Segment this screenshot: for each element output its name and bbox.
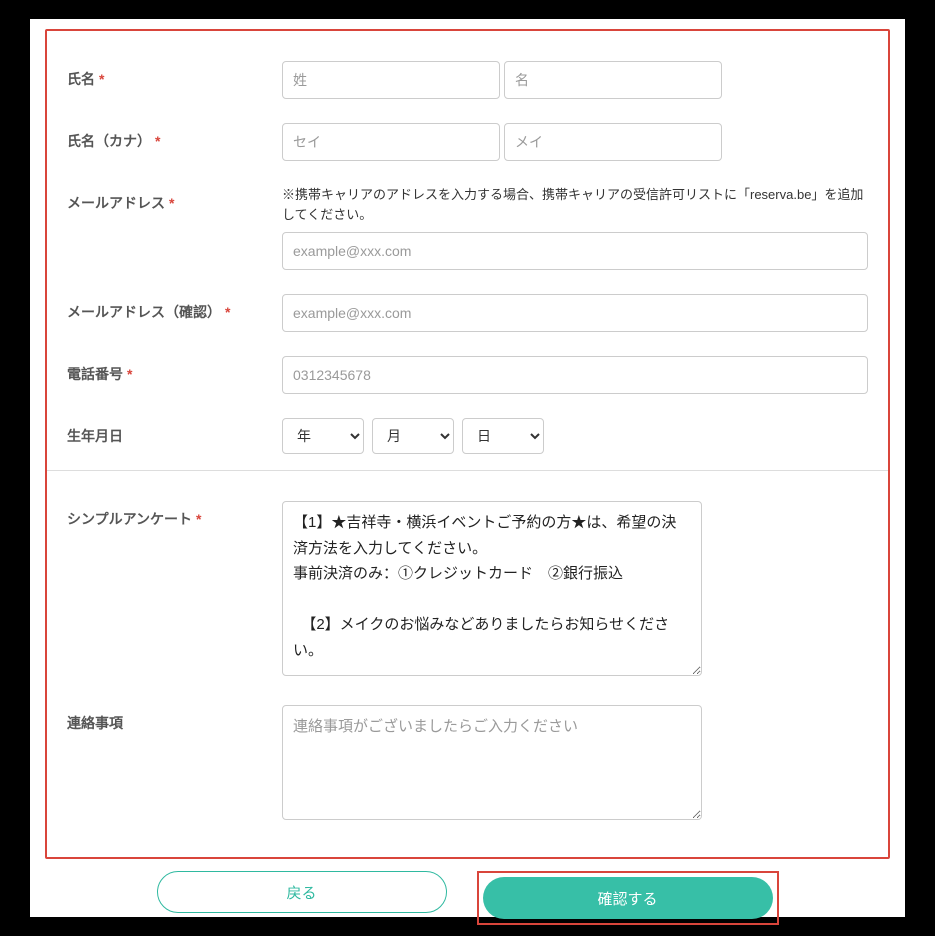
row-survey: シンプルアンケート* 【1】★吉祥寺・横浜イベントご予約の方★は、希望の決済方法… xyxy=(67,501,868,681)
firstname-kana-input[interactable] xyxy=(504,123,722,161)
confirm-highlight: 確認する xyxy=(477,871,779,925)
required-mark: * xyxy=(155,133,160,149)
form-card: 氏名* 氏名（カナ）* メールアドレス* xyxy=(45,29,890,859)
required-mark: * xyxy=(225,304,230,320)
birth-month-select[interactable]: 月 xyxy=(372,418,454,454)
confirm-button[interactable]: 確認する xyxy=(483,877,773,919)
label-kana: 氏名（カナ）* xyxy=(67,123,282,151)
phone-input[interactable] xyxy=(282,356,868,394)
row-kana: 氏名（カナ）* xyxy=(67,123,868,161)
lastname-kana-input[interactable] xyxy=(282,123,500,161)
survey-textarea[interactable]: 【1】★吉祥寺・横浜イベントご予約の方★は、希望の決済方法を入力してください。 … xyxy=(282,501,702,676)
required-mark: * xyxy=(127,366,132,382)
lastname-input[interactable] xyxy=(282,61,500,99)
birth-year-select[interactable]: 年 xyxy=(282,418,364,454)
button-bar: 戻る 確認する xyxy=(30,871,905,925)
email-carrier-note: ※携帯キャリアのアドレスを入力する場合、携帯キャリアの受信許可リストに「rese… xyxy=(282,185,868,224)
birth-day-select[interactable]: 日 xyxy=(462,418,544,454)
label-email: メールアドレス* xyxy=(67,185,282,213)
label-name: 氏名* xyxy=(67,61,282,89)
row-email-confirm: メールアドレス（確認）* xyxy=(67,294,868,332)
required-mark: * xyxy=(169,195,174,211)
label-phone: 電話番号* xyxy=(67,356,282,384)
label-contact: 連絡事項 xyxy=(67,705,282,733)
required-mark: * xyxy=(99,71,104,87)
row-birth: 生年月日 年 月 日 xyxy=(67,418,868,454)
contact-textarea[interactable] xyxy=(282,705,702,820)
label-email-confirm: メールアドレス（確認）* xyxy=(67,294,282,322)
back-button[interactable]: 戻る xyxy=(157,871,447,913)
required-mark: * xyxy=(196,511,201,527)
row-phone: 電話番号* xyxy=(67,356,868,394)
page: 氏名* 氏名（カナ）* メールアドレス* xyxy=(30,19,905,917)
email-input[interactable] xyxy=(282,232,868,270)
row-contact: 連絡事項 xyxy=(67,705,868,825)
label-birth: 生年月日 xyxy=(67,418,282,446)
firstname-input[interactable] xyxy=(504,61,722,99)
email-confirm-input[interactable] xyxy=(282,294,868,332)
row-name: 氏名* xyxy=(67,61,868,99)
label-survey: シンプルアンケート* xyxy=(67,501,282,529)
row-email: メールアドレス* ※携帯キャリアのアドレスを入力する場合、携帯キャリアの受信許可… xyxy=(67,185,868,270)
section-divider xyxy=(47,470,888,471)
